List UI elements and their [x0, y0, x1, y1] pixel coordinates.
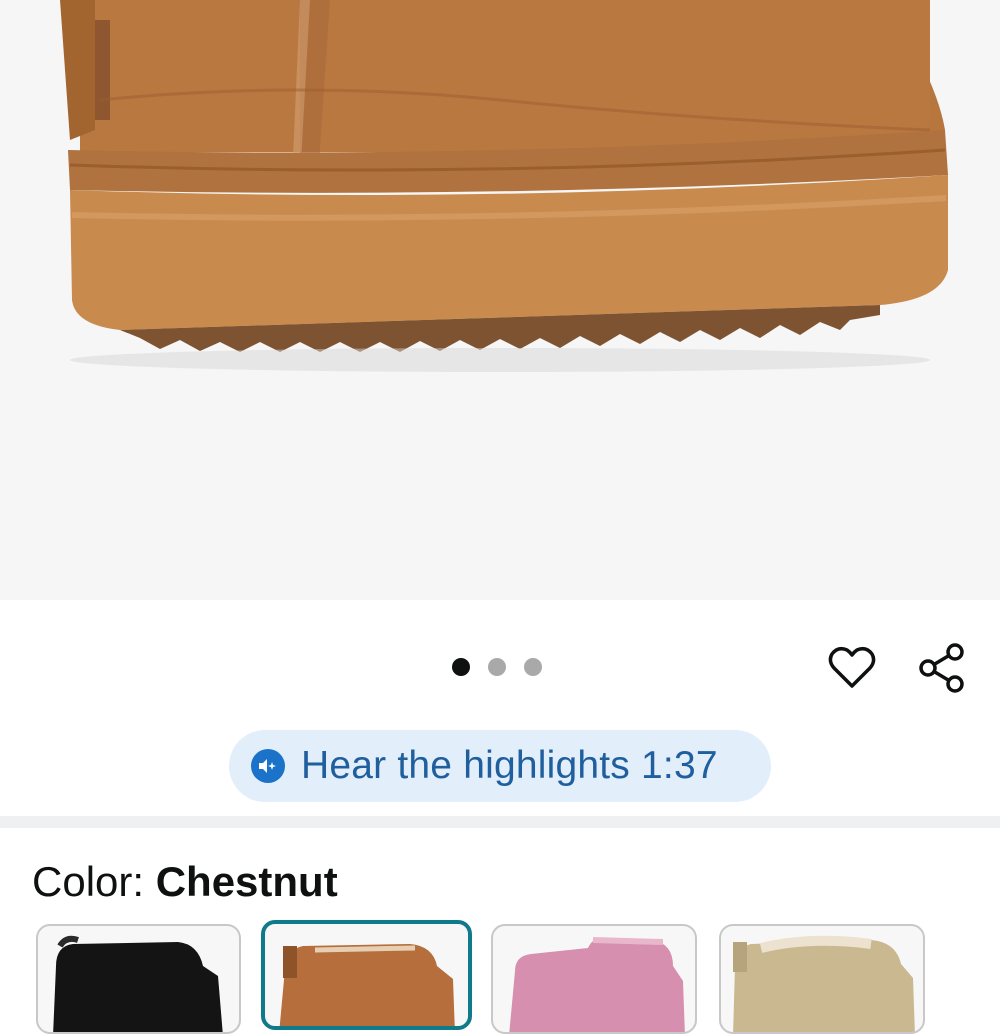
- color-label: Color: Chestnut: [32, 858, 338, 906]
- carousel-dot-3[interactable]: [524, 658, 542, 676]
- color-swatch-sand[interactable]: [719, 924, 925, 1034]
- audio-sparkle-icon: [251, 749, 285, 783]
- carousel-dot-2[interactable]: [488, 658, 506, 676]
- share-icon: [919, 643, 964, 693]
- product-image[interactable]: [0, 0, 1000, 600]
- color-prefix: Color:: [32, 858, 156, 905]
- hear-highlights-button[interactable]: Hear the highlights 1:37: [229, 730, 771, 802]
- color-swatch-list: [0, 920, 1000, 1034]
- pink-boot-thumbnail: [509, 937, 685, 1032]
- chestnut-boot-thumbnail: [279, 944, 455, 1026]
- black-boot-thumbnail: [53, 935, 223, 1032]
- share-button[interactable]: [914, 640, 970, 696]
- color-swatch-chestnut[interactable]: [261, 920, 472, 1030]
- hear-highlights-label: Hear the highlights 1:37: [301, 744, 718, 787]
- color-swatch-pink[interactable]: [491, 924, 697, 1034]
- boot-illustration: [60, 0, 948, 372]
- color-swatch-black[interactable]: [36, 924, 241, 1034]
- favorite-button[interactable]: [824, 640, 880, 696]
- sand-boot-thumbnail: [733, 935, 915, 1032]
- heart-outline-icon: [828, 646, 876, 688]
- carousel-dot-1[interactable]: [452, 658, 470, 676]
- carousel-indicator: [452, 658, 542, 676]
- section-divider: [0, 816, 1000, 828]
- selected-color-name: Chestnut: [155, 858, 338, 905]
